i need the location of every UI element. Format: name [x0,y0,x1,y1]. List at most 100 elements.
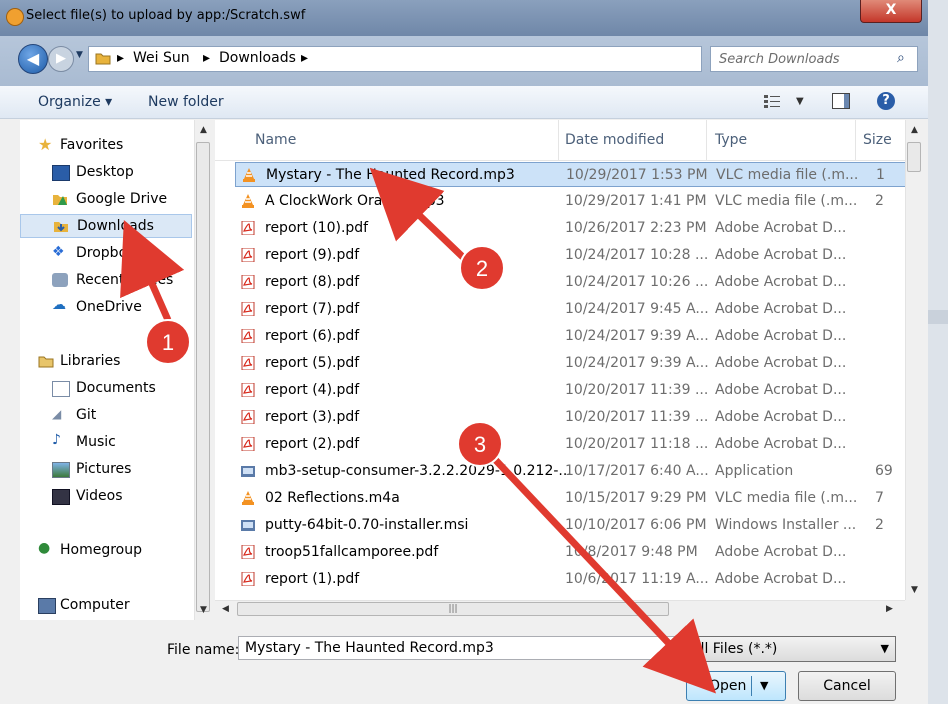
command-toolbar: Organize ▾ New folder ▼ ? [0,86,928,119]
file-name: report (8).pdf [265,274,360,290]
nav-scrollbar[interactable]: ▲ ▼ [194,120,212,620]
file-date-modified: 10/20/2017 11:18 ... [565,436,709,452]
horizontal-scroll-thumb[interactable]: ||| [237,602,669,616]
file-type: Adobe Acrobat D... [715,571,847,587]
breadcrumb-downloads[interactable]: Downloads [219,50,296,66]
scroll-right-arrow-icon[interactable]: ▶ [881,601,898,617]
nav-scroll-thumb[interactable] [196,142,210,612]
new-folder-button[interactable]: New folder [148,94,224,110]
file-list-scroll-thumb[interactable] [907,142,921,172]
column-date-modified[interactable]: Date modified [565,132,664,148]
navigation-pane: ★ Favorites Desktop Google Drive Downloa… [20,120,212,620]
file-row[interactable]: report (4).pdf 10/20/2017 11:39 ... Adobe … [235,378,905,403]
nav-documents[interactable]: Documents [20,377,192,401]
pdf-file-icon [241,301,255,317]
file-type: Adobe Acrobat D... [715,544,847,560]
back-button[interactable]: ◀ [18,44,48,74]
nav-pictures[interactable]: Pictures [20,458,192,482]
file-row[interactable]: mb3-setup-consumer-3.2.2.2029-1.0.212-..… [235,459,905,484]
search-input[interactable] [717,49,891,69]
open-options-dropdown-icon[interactable]: ▼ [760,679,768,692]
pdf-file-icon [241,544,255,560]
nav-favorites[interactable]: ★ Favorites [20,134,192,158]
file-row[interactable]: Mystary - The Haunted Record.mp3 10/29/20… [235,162,905,187]
nav-git[interactable]: ◢ Git [20,404,192,428]
file-name: putty-64bit-0.70-installer.msi [265,517,469,533]
file-row[interactable]: putty-64bit-0.70-installer.msi 10/10/2017… [235,513,905,538]
file-row[interactable]: report (7).pdf 10/24/2017 9:45 A... Adobe … [235,297,905,322]
scroll-up-arrow-icon[interactable]: ▲ [906,122,923,138]
column-name[interactable]: Name [255,132,296,148]
pdf-file-icon [241,409,255,425]
file-type: Adobe Acrobat D... [715,409,847,425]
file-size: 7 [875,490,884,506]
file-date-modified: 10/17/2017 6:40 A... [565,463,709,479]
nav-computer[interactable]: Computer [20,594,192,618]
recent-locations-dropdown-icon[interactable]: ▼ [76,50,83,60]
scroll-down-arrow-icon[interactable]: ▼ [195,602,212,618]
file-row[interactable]: report (10).pdf 10/26/2017 2:23 PM Adobe A… [235,216,905,241]
nav-homegroup[interactable]: ● Homegroup [20,539,192,563]
file-type: VLC media file (.m... [715,193,858,209]
scroll-left-arrow-icon[interactable]: ◀ [217,601,234,617]
horizontal-scrollbar[interactable]: ◀ ||| ▶ [215,600,905,618]
pdf-file-icon [241,247,255,263]
scroll-up-arrow-icon[interactable]: ▲ [195,122,212,138]
file-type: VLC media file (.m... [716,167,859,183]
file-row[interactable]: report (9).pdf 10/24/2017 10:28 ... Adobe … [235,243,905,268]
nav-recent-places[interactable]: Recent Places [20,269,192,293]
breadcrumb-user[interactable]: Wei Sun [133,50,190,66]
help-icon[interactable]: ? [877,92,895,110]
file-name: report (3).pdf [265,409,360,425]
file-type-value: All Files (*.*) [691,641,778,657]
open-button[interactable]: Open ▼ [686,671,786,701]
file-list-scrollbar[interactable]: ▲ ▼ [905,120,923,600]
nav-music[interactable]: ♪ Music [20,431,192,455]
cancel-button[interactable]: Cancel [798,671,896,701]
computer-icon [38,598,56,614]
search-icon[interactable]: ⌕ [897,50,905,66]
nav-dropbox[interactable]: ❖ Dropbox [20,242,192,266]
nav-videos[interactable]: Videos [20,485,192,509]
file-row[interactable]: report (3).pdf 10/20/2017 11:39 ... Adobe … [235,405,905,430]
scroll-down-arrow-icon[interactable]: ▼ [906,582,923,598]
file-row[interactable]: report (8).pdf 10/24/2017 10:26 ... Adobe … [235,270,905,295]
nav-onedrive[interactable]: ☁ OneDrive [20,296,192,320]
file-row[interactable]: A ClockWork Orange.mp3 10/29/2017 1:41 PM… [235,189,905,214]
file-date-modified: 10/6/2017 11:19 A... [565,571,709,587]
column-size[interactable]: Size [863,132,892,148]
app-file-icon [241,518,255,532]
nav-google-drive[interactable]: Google Drive [20,188,192,212]
column-divider [706,120,707,160]
file-row[interactable]: report (6).pdf 10/24/2017 9:39 A... Adobe … [235,324,905,349]
pdf-file-icon [241,220,255,236]
preview-pane-icon[interactable] [832,93,850,109]
google-drive-folder-icon [53,195,67,205]
file-name: Mystary - The Haunted Record.mp3 [266,167,515,183]
view-options-icon[interactable] [764,94,780,108]
nav-downloads[interactable]: Downloads [20,214,192,238]
file-row[interactable]: troop51fallcamporee.pdf 10/8/2017 9:48 PM… [235,540,905,565]
file-name-input[interactable] [238,636,678,660]
forward-button[interactable]: ▶ [48,46,74,72]
column-type[interactable]: Type [715,132,747,148]
address-bar[interactable]: ▸ Wei Sun ▸ Downloads ▸ ▼ ⟳ [88,46,781,72]
file-type-select[interactable]: All Files (*.*) ▼ [686,636,896,662]
close-button[interactable]: X [860,0,922,23]
breadcrumb-separator-icon: ▸ [117,50,125,66]
nav-desktop[interactable]: Desktop [20,161,192,185]
file-row[interactable]: 02 Reflections.m4a 10/15/2017 9:29 PM VLC … [235,486,905,511]
file-row[interactable]: report (1).pdf 10/6/2017 11:19 A... Adobe … [235,567,905,592]
file-name: report (7).pdf [265,301,360,317]
view-dropdown-icon[interactable]: ▼ [796,96,804,107]
search-box[interactable]: ⌕ [710,46,918,72]
nav-libraries[interactable]: Libraries [20,350,192,374]
organize-button[interactable]: Organize ▾ [38,94,112,110]
pdf-file-icon [241,436,255,452]
file-row[interactable]: report (2).pdf 10/20/2017 11:18 ... Adobe … [235,432,905,457]
dropbox-icon: ❖ [52,244,65,260]
file-row[interactable]: report (5).pdf 10/24/2017 9:39 A... Adobe … [235,351,905,376]
file-date-modified: 10/20/2017 11:39 ... [565,382,709,398]
file-name: report (4).pdf [265,382,360,398]
file-name: troop51fallcamporee.pdf [265,544,439,560]
